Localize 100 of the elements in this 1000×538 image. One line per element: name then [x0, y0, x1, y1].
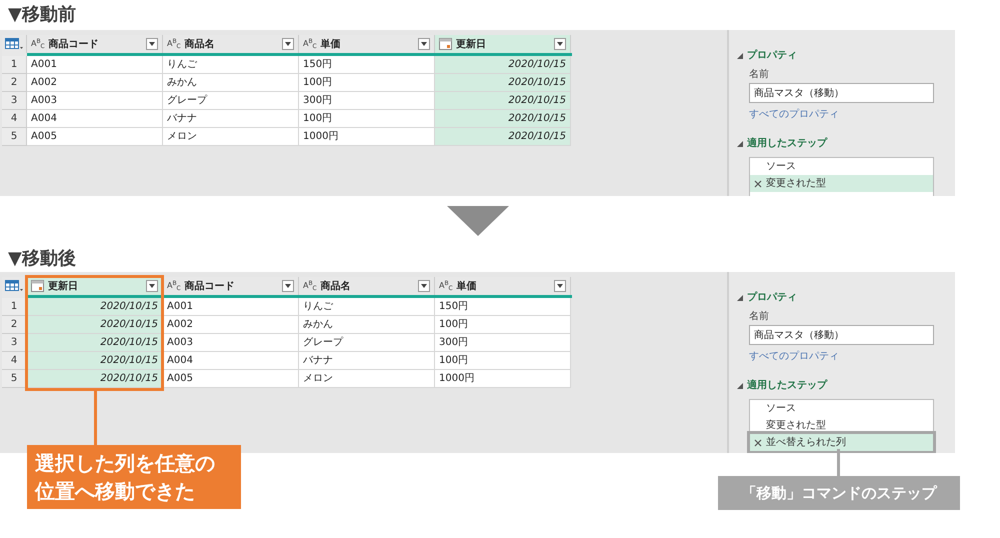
leader-line: [94, 390, 97, 446]
table-cell: みかん: [299, 316, 435, 334]
calendar-icon: [31, 280, 44, 292]
table-cell: A004: [27, 110, 163, 128]
table-icon[interactable]: [5, 280, 23, 292]
table-cell: A003: [163, 334, 299, 352]
table-icon[interactable]: [5, 38, 23, 50]
caret-icon: [149, 42, 155, 46]
section-heading: ▼移動前: [7, 3, 77, 27]
table-cell: A001: [163, 298, 299, 316]
down-arrow-icon: [446, 206, 508, 236]
caret-icon: [421, 42, 427, 46]
table-cell: A005: [27, 128, 163, 146]
row-number: 1: [2, 298, 27, 316]
table-cell: メロン: [163, 128, 299, 146]
field-label: 名前: [749, 310, 770, 324]
section-title: 適用したステップ: [747, 136, 827, 151]
filter-dropdown[interactable]: [554, 38, 566, 50]
row-number: 5: [2, 128, 27, 146]
filter-dropdown[interactable]: [146, 38, 158, 50]
filter-dropdown[interactable]: [146, 280, 158, 292]
caret-icon: [285, 284, 291, 288]
table-cell: グレープ: [163, 92, 299, 110]
row-number: 5: [2, 370, 27, 388]
table-cell: A005: [163, 370, 299, 388]
table-cell: 2020/10/15: [435, 74, 571, 92]
table-cell: A004: [163, 352, 299, 370]
table-cell: バナナ: [163, 110, 299, 128]
collapse-icon[interactable]: [737, 52, 743, 58]
delete-icon[interactable]: [754, 180, 762, 188]
table-cell: 100円: [435, 352, 571, 370]
filter-dropdown[interactable]: [418, 38, 430, 50]
collapse-icon[interactable]: [737, 294, 743, 300]
name-field[interactable]: 商品マスタ（移動）: [749, 83, 934, 103]
field-label: 名前: [749, 68, 770, 82]
table-cell: りんご: [299, 298, 435, 316]
table-cell: 1000円: [299, 128, 435, 146]
row-number: 3: [2, 92, 27, 110]
callout-label: 「移動」コマンドのステップ: [718, 476, 960, 510]
filter-dropdown[interactable]: [282, 280, 294, 292]
row-number: 3: [2, 334, 27, 352]
table-cell: A002: [27, 74, 163, 92]
caret-icon: [285, 42, 291, 46]
table-cell: 2020/10/15: [435, 110, 571, 128]
table-cell: 2020/10/15: [435, 56, 571, 74]
calendar-icon: [439, 38, 452, 50]
table-cell: A003: [27, 92, 163, 110]
table-cell: 2020/10/15: [27, 334, 163, 352]
row-number: 4: [2, 110, 27, 128]
row-number: 4: [2, 352, 27, 370]
section-title: プロパティ: [747, 48, 797, 63]
table-cell: バナナ: [299, 352, 435, 370]
filter-dropdown[interactable]: [282, 38, 294, 50]
section-heading: ▼移動後: [7, 247, 77, 271]
table-cell: 150円: [435, 298, 571, 316]
delete-icon[interactable]: [754, 438, 762, 446]
caret-icon: [149, 284, 155, 288]
table-cell: りんご: [163, 56, 299, 74]
table-cell: 2020/10/15: [27, 316, 163, 334]
column-header[interactable]: 更新日: [27, 277, 163, 295]
step-item[interactable]: 変更された型: [750, 175, 933, 192]
table-cell: 2020/10/15: [27, 298, 163, 316]
table-cell: 100円: [299, 110, 435, 128]
column-header[interactable]: 更新日: [435, 35, 571, 53]
collapse-icon[interactable]: [737, 140, 743, 146]
table-cell: 2020/10/15: [435, 92, 571, 110]
table-cell: グレープ: [299, 334, 435, 352]
row-number: 1: [2, 56, 27, 74]
section-title: 適用したステップ: [747, 378, 827, 393]
section-title: プロパティ: [747, 290, 797, 305]
table-cell: 2020/10/15: [27, 370, 163, 388]
filter-dropdown[interactable]: [554, 280, 566, 292]
table-cell: みかん: [163, 74, 299, 92]
leader-line: [837, 449, 840, 476]
table-cell: A001: [27, 56, 163, 74]
name-field[interactable]: 商品マスタ（移動）: [749, 325, 934, 345]
collapse-icon[interactable]: [737, 382, 743, 388]
table-cell: 100円: [435, 316, 571, 334]
row-number: 2: [2, 316, 27, 334]
table-cell: 300円: [299, 92, 435, 110]
step-item[interactable]: ソース: [750, 158, 933, 175]
caret-icon: [557, 284, 563, 288]
table-cell: 1000円: [435, 370, 571, 388]
caret-icon: [557, 42, 563, 46]
all-properties-link[interactable]: すべてのプロパティ: [749, 107, 955, 122]
table-cell: A002: [163, 316, 299, 334]
callout-label: 選択した列を任意の位置へ移動できた: [27, 445, 241, 509]
table-cell: 2020/10/15: [435, 128, 571, 146]
table-cell: 150円: [299, 56, 435, 74]
row-number: 2: [2, 74, 27, 92]
table-cell: 300円: [435, 334, 571, 352]
all-properties-link[interactable]: すべてのプロパティ: [749, 349, 955, 364]
filter-dropdown[interactable]: [418, 280, 430, 292]
table-cell: 100円: [299, 74, 435, 92]
step-item[interactable]: ソース: [750, 400, 933, 417]
step-item[interactable]: 並べ替えられた列: [750, 434, 933, 451]
caret-icon: [421, 284, 427, 288]
table-cell: メロン: [299, 370, 435, 388]
table-cell: 2020/10/15: [27, 352, 163, 370]
step-item[interactable]: 変更された型: [750, 417, 933, 434]
